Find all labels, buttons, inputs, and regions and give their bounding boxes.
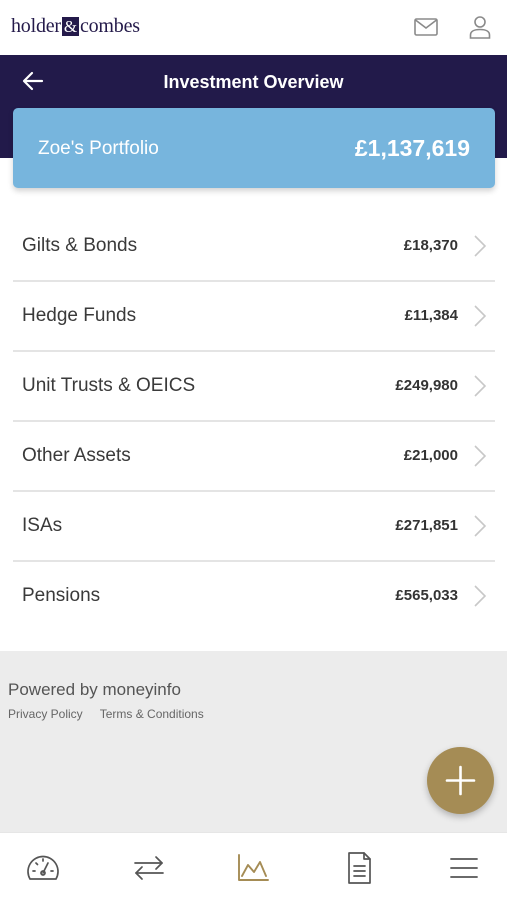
investment-row-pensions[interactable]: Pensions £565,033	[13, 562, 495, 632]
logo-ampersand: &	[61, 17, 79, 36]
privacy-policy-link[interactable]: Privacy Policy	[8, 707, 83, 721]
document-icon[interactable]	[340, 851, 378, 885]
investment-row-isas[interactable]: ISAs £271,851	[13, 492, 495, 562]
menu-icon[interactable]	[445, 851, 483, 885]
portfolio-name: Zoe's Portfolio	[38, 138, 159, 159]
investment-row-unit-trusts[interactable]: Unit Trusts & OEICS £249,980	[13, 352, 495, 422]
plus-icon	[445, 765, 476, 796]
chart-icon[interactable]	[234, 851, 272, 885]
portfolio-card[interactable]: Zoe's Portfolio £1,137,619	[13, 108, 495, 188]
investment-row-other-assets[interactable]: Other Assets £21,000	[13, 422, 495, 492]
powered-by-text: Powered by moneyinfo	[8, 680, 181, 699]
footer-links: Privacy Policy Terms & Conditions	[8, 707, 221, 721]
investment-amount: £565,033	[395, 587, 458, 604]
chevron-right-icon	[474, 515, 487, 537]
footer: Powered by moneyinfo Privacy Policy Terms…	[0, 651, 507, 832]
page-title: Investment Overview	[163, 72, 344, 92]
portfolio-value: £1,137,619	[354, 135, 470, 161]
investment-amount: £271,851	[395, 517, 458, 534]
investment-label: ISAs	[22, 515, 63, 536]
user-icon[interactable]	[467, 14, 493, 40]
mail-icon[interactable]	[413, 14, 439, 40]
investment-list: Gilts & Bonds £18,370 Hedge Funds £11,38…	[13, 212, 495, 632]
investment-row-hedge-funds[interactable]: Hedge Funds £11,384	[13, 282, 495, 352]
investment-amount: £18,370	[403, 237, 458, 254]
terms-conditions-link[interactable]: Terms & Conditions	[100, 707, 204, 721]
investment-label: Other Assets	[22, 445, 131, 466]
dashboard-gauge-icon[interactable]	[24, 851, 62, 885]
logo-text-left: holder	[11, 15, 61, 37]
holder-combes-logo[interactable]: holder & combes	[11, 15, 140, 38]
top-bar: holder & combes	[0, 0, 507, 55]
logo-text-right: combes	[79, 15, 140, 37]
chevron-right-icon	[474, 375, 487, 397]
investment-amount: £21,000	[403, 447, 458, 464]
investment-label: Unit Trusts & OEICS	[22, 375, 196, 396]
transfer-arrows-icon[interactable]	[130, 851, 168, 885]
investment-amount: £11,384	[404, 307, 458, 324]
investment-amount: £249,980	[395, 377, 458, 394]
investment-label: Pensions	[22, 585, 101, 606]
add-button[interactable]	[427, 747, 494, 814]
investment-label: Hedge Funds	[22, 305, 137, 326]
bottom-navigation	[0, 832, 507, 900]
chevron-right-icon	[474, 235, 487, 257]
chevron-right-icon	[474, 585, 487, 607]
investment-label: Gilts & Bonds	[22, 235, 138, 256]
investment-row-gilts-bonds[interactable]: Gilts & Bonds £18,370	[13, 212, 495, 282]
chevron-right-icon	[474, 445, 487, 467]
chevron-right-icon	[474, 305, 487, 327]
